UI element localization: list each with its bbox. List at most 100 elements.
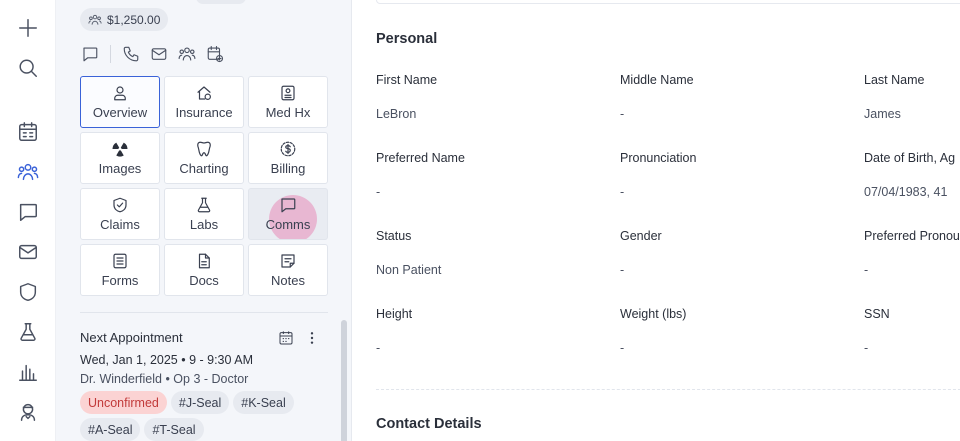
- field-value: LeBron: [376, 107, 417, 121]
- field-height: Height -: [376, 307, 596, 355]
- tooth-icon: [197, 141, 211, 157]
- field-preferred-pronouns: Preferred Pronou -: [864, 229, 960, 277]
- more-vertical-icon[interactable]: [304, 330, 320, 346]
- field-label: Height: [376, 307, 413, 321]
- tile-med-hx[interactable]: Med Hx: [248, 76, 328, 128]
- field-label: Date of Birth, Ag: [864, 151, 956, 165]
- chat-icon[interactable]: [80, 44, 100, 64]
- flask-icon[interactable]: [16, 320, 40, 344]
- field-value: 07/04/1983, 41: [864, 185, 948, 199]
- tag: #A-Seal: [80, 418, 141, 441]
- field-pronunciation: Pronunciation -: [620, 151, 840, 199]
- tile-label: Notes: [271, 273, 305, 288]
- tile-label: Images: [98, 161, 142, 176]
- tile-notes[interactable]: Notes: [248, 244, 328, 296]
- calendar-add-icon[interactable]: [205, 44, 225, 64]
- field-value: -: [620, 185, 625, 199]
- form-icon: [113, 253, 127, 269]
- balance-badge: $1,250.00: [80, 8, 169, 31]
- tile-claims[interactable]: Claims: [80, 188, 160, 240]
- calendar-icon[interactable]: [278, 330, 294, 346]
- field-last-name: Last Name James: [864, 73, 960, 121]
- field-value: Non Patient: [376, 263, 442, 277]
- field-label: Gender: [620, 229, 662, 243]
- patient-nav-grid: Overview Insurance Med Hx Images Chartin…: [80, 76, 328, 296]
- radiation-icon: [112, 142, 128, 157]
- people-icon: [88, 13, 102, 27]
- mail-icon[interactable]: [16, 240, 40, 264]
- tile-label: Med Hx: [265, 105, 311, 120]
- note-icon: [281, 254, 295, 268]
- tag: #K-Seal: [233, 391, 294, 414]
- scrollbar[interactable]: [341, 320, 347, 441]
- mail-icon[interactable]: [149, 44, 169, 64]
- dollar-badge-icon: [280, 141, 296, 157]
- doctor-icon[interactable]: [16, 400, 40, 424]
- tag-unconfirmed: Unconfirmed: [80, 391, 167, 414]
- field-label: Pronunciation: [620, 151, 697, 165]
- field-value: James: [864, 107, 901, 121]
- field-label: SSN: [864, 307, 890, 321]
- field-ssn: SSN -: [864, 307, 960, 355]
- field-value: -: [620, 263, 625, 277]
- calendar-grid-icon[interactable]: [16, 120, 40, 144]
- field-label: Weight (lbs): [620, 307, 687, 321]
- tile-overview[interactable]: Overview: [80, 76, 160, 128]
- tile-docs[interactable]: Docs: [164, 244, 244, 296]
- field-gender: Gender -: [620, 229, 840, 277]
- people-icon[interactable]: [177, 44, 197, 64]
- section-title-contact-details: Contact Details: [376, 416, 482, 432]
- field-value: -: [376, 185, 381, 199]
- phone-icon[interactable]: [121, 44, 141, 64]
- bar-chart-icon[interactable]: [16, 360, 40, 384]
- tile-insurance[interactable]: Insurance: [164, 76, 244, 128]
- tile-label: Comms: [265, 217, 311, 232]
- divider: [110, 45, 111, 63]
- field-first-name: First Name LeBron: [376, 73, 596, 121]
- flask-icon: [197, 197, 211, 213]
- section-title-personal: Personal: [376, 31, 438, 47]
- field-date-of-birth: Date of Birth, Ag 07/04/1983, 41: [864, 151, 960, 199]
- appointment-provider: Dr. Winderfield • Op 3 - Doctor: [80, 372, 249, 386]
- divider: [376, 389, 960, 390]
- field-value: -: [864, 263, 869, 277]
- quick-actions: [80, 44, 225, 64]
- tag: #T-Seal: [144, 418, 204, 441]
- people-icon[interactable]: [16, 160, 40, 184]
- shield-icon[interactable]: [16, 280, 40, 304]
- patient-panel: $1,250.00 Overview Insurance Med Hx Imag…: [56, 0, 352, 441]
- appointment-tags: Unconfirmed #J-Seal #K-Seal #A-Seal #T-S…: [80, 391, 320, 441]
- tile-images[interactable]: Images: [80, 132, 160, 184]
- shield-check-icon: [113, 197, 127, 213]
- tile-comms[interactable]: Comms: [248, 188, 328, 240]
- balance-amount: $1,250.00: [107, 12, 161, 27]
- card: [376, 0, 960, 4]
- tile-labs[interactable]: Labs: [164, 188, 244, 240]
- document-icon: [198, 253, 210, 269]
- id-card-icon: [281, 85, 295, 101]
- field-label: Preferred Pronou: [864, 229, 960, 243]
- tile-billing[interactable]: Billing: [248, 132, 328, 184]
- tile-charting[interactable]: Charting: [164, 132, 244, 184]
- field-label: Middle Name: [620, 73, 694, 87]
- tile-forms[interactable]: Forms: [80, 244, 160, 296]
- tile-label: Labs: [189, 217, 219, 232]
- person-icon: [114, 86, 126, 101]
- icon-rail: [0, 0, 56, 441]
- tile-label: Claims: [100, 217, 140, 232]
- field-weight: Weight (lbs) -: [620, 307, 840, 355]
- tile-label: Overview: [92, 105, 148, 120]
- search-icon[interactable]: [16, 56, 40, 80]
- appointment-tools: [278, 330, 320, 346]
- field-value: -: [376, 341, 381, 355]
- field-middle-name: Middle Name -: [620, 73, 840, 121]
- tile-label: Docs: [189, 273, 219, 288]
- field-preferred-name: Preferred Name -: [376, 151, 596, 199]
- field-label: Status: [376, 229, 412, 243]
- chat-icon: [281, 198, 296, 213]
- next-appointment-card: Next Appointment Wed, Jan 1, 2025 • 9 - …: [80, 330, 320, 441]
- field-value: -: [620, 341, 625, 355]
- patient-details: Personal First Name LeBron Middle Name -…: [352, 0, 960, 441]
- plus-icon[interactable]: [16, 16, 40, 40]
- chat-icon[interactable]: [16, 200, 40, 224]
